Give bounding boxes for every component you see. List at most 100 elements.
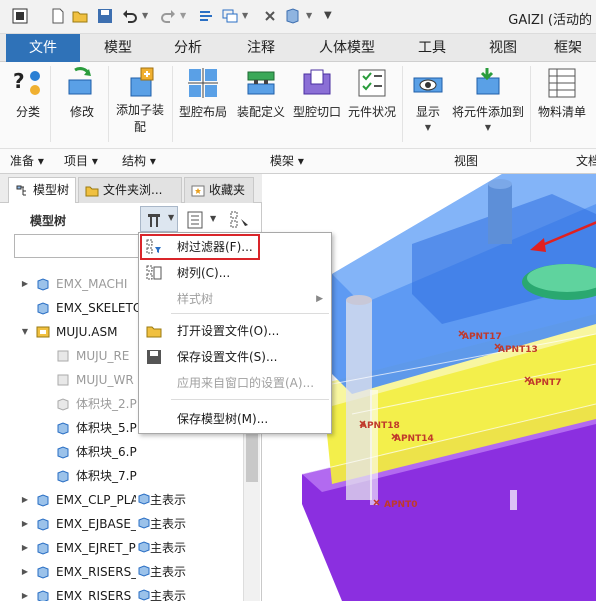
open-folder-icon[interactable] — [72, 8, 88, 24]
bom-button[interactable]: 物料清单 — [534, 66, 590, 121]
regenerate-icon[interactable] — [198, 8, 214, 24]
show-dropdown-icon: ▼ — [210, 214, 217, 223]
expand-icon[interactable]: ▶ — [20, 276, 30, 292]
tree-item-status-label: 主表示 — [150, 541, 187, 555]
assembly-icon — [37, 518, 49, 531]
show-button[interactable]: ▼ — [184, 206, 224, 232]
group-moldbase-label: 模架 — [270, 154, 295, 168]
tree-item[interactable]: ▶ EMX_EJBASE_ 主表示 — [0, 512, 243, 536]
tab-model-tree[interactable]: 模型树 — [8, 177, 76, 203]
group-divider — [172, 66, 173, 142]
expand-icon[interactable]: ▶ — [20, 560, 30, 584]
tree-item-status: 主表示 — [138, 584, 186, 601]
tree-item-label: 体积块_7.P — [76, 469, 137, 483]
group-structure[interactable]: 结构 ▾ — [122, 149, 156, 175]
group-prepare[interactable]: 准备 ▾ — [10, 149, 44, 175]
tree-item-status-label: 主表示 — [150, 517, 187, 531]
layer-dropdown-icon[interactable]: ▼ — [306, 11, 312, 20]
menu-item-save-settings[interactable]: 保存设置文件(S)... — [139, 345, 331, 369]
menu-item-open-settings[interactable]: 打开设置文件(O)... — [139, 319, 331, 343]
modify-icon — [65, 66, 99, 100]
menu-item-apply-settings[interactable]: 应用来自窗口的设置(A)... — [139, 371, 331, 395]
cavity-cut-label: 型腔切口 — [292, 105, 341, 119]
undo-icon[interactable] — [122, 8, 138, 24]
tree-columns-icon — [146, 265, 162, 280]
bom-label: 物料清单 — [537, 105, 586, 119]
add-subassembly-label: 添加子装 — [115, 103, 164, 117]
tree-item-status: 主表示 — [138, 536, 186, 560]
menu-item-label: 应用来自窗口的设置(A)... — [177, 376, 315, 390]
menu-item-style-tree[interactable]: 样式树 ▶ — [139, 287, 331, 311]
tab-view[interactable]: 视图 — [472, 34, 534, 62]
expand-icon[interactable]: ▶ — [20, 512, 30, 536]
cavity-layout-button[interactable]: 型腔布局 — [176, 66, 230, 121]
menu-item-tree-columns[interactable]: 树列(C)... — [139, 261, 331, 285]
save-icon[interactable] — [97, 8, 113, 24]
representation-icon — [138, 493, 150, 505]
customize-toolbar-icon[interactable]: ▼ — [324, 10, 332, 21]
new-file-icon[interactable] — [50, 8, 66, 24]
redo-icon[interactable] — [160, 8, 176, 24]
tab-model-tree-label: 模型树 — [33, 183, 70, 197]
tab-file[interactable]: 文件 — [6, 34, 80, 62]
app-menu-icon[interactable] — [12, 8, 28, 24]
modify-button[interactable]: 修改 — [62, 66, 102, 121]
tab-tools[interactable]: 工具 — [398, 34, 466, 62]
collapse-icon[interactable]: ▼ — [20, 320, 30, 344]
tab-model[interactable]: 模型 — [86, 34, 150, 62]
tab-analysis[interactable]: 分析 — [156, 34, 220, 62]
undo-dropdown-icon[interactable]: ▼ — [142, 11, 148, 20]
menu-item-save-model-tree[interactable]: 保存模型树(M)... — [139, 407, 331, 431]
guide-pin — [346, 300, 372, 500]
assembly-define-label: 装配定义 — [236, 105, 285, 119]
close-window-icon[interactable] — [262, 8, 278, 24]
panel-title: 模型树 — [30, 214, 67, 228]
classify-button[interactable]: ? 分类 — [8, 66, 48, 121]
cavity-cut-button[interactable]: 型腔切口 — [290, 66, 344, 121]
tab-favorites[interactable]: 收藏夹 — [184, 177, 254, 203]
tab-folder-browser[interactable]: 文件夹浏... — [78, 177, 182, 203]
tab-frame[interactable]: 框架 — [540, 34, 596, 62]
tab-human-model[interactable]: 人体模型 — [302, 34, 392, 62]
add-component-dropdown-icon[interactable]: ▼ — [450, 123, 526, 132]
tree-item[interactable]: ▶ EMX_EJRET_P 主表示 — [0, 536, 243, 560]
expand-icon[interactable]: ▶ — [20, 584, 30, 601]
add-subassembly-button[interactable]: 添加子装 配 — [112, 66, 168, 136]
model-tree-icon — [16, 185, 26, 195]
settings-dropdown-icon: ▼ — [168, 213, 175, 222]
windows-icon[interactable] — [222, 8, 238, 24]
tab-annotate[interactable]: 注释 — [226, 34, 296, 62]
tree-item-label: 体积块_5.P — [76, 421, 137, 435]
expand-icon[interactable]: ▶ — [20, 488, 30, 512]
datum-point-apnt14: APNT14 — [394, 434, 434, 444]
component-status-button[interactable]: 元件状况 — [346, 66, 398, 121]
display-icon — [411, 66, 445, 100]
menu-item-label: 树列(C)... — [177, 266, 231, 280]
tree-item[interactable]: ▶ EMX_RISERS_ 主表示 — [0, 584, 243, 601]
datum-point-apnt17: APNT17 — [462, 332, 502, 342]
favorites-icon — [191, 185, 205, 196]
assembly-define-button[interactable]: 装配定义 — [234, 66, 288, 121]
tree-item-status: 主表示 — [138, 488, 186, 512]
redo-dropdown-icon[interactable]: ▼ — [180, 11, 186, 20]
windows-dropdown-icon[interactable]: ▼ — [242, 11, 248, 20]
datum-point-apnt7: APNT7 — [528, 378, 562, 388]
add-component-button[interactable]: 将元件添加到 ▼ — [450, 66, 526, 132]
settings-icon — [148, 214, 160, 227]
cavity-cut-icon — [300, 66, 334, 100]
settings-button[interactable]: ▼ — [140, 206, 178, 232]
expand-icon[interactable]: ▶ — [20, 536, 30, 560]
display-dropdown-icon[interactable]: ▼ — [408, 123, 448, 132]
group-moldbase[interactable]: 模架 ▾ — [270, 149, 304, 175]
group-project-label: 项目 — [64, 154, 89, 168]
folder-icon — [85, 186, 99, 196]
ribbon-groups: 准备 ▾ 项目 ▾ 结构 ▾ 模架 ▾ 视图 文档 — [0, 148, 596, 174]
tree-item[interactable]: ▶ EMX_RISERS_ 主表示 — [0, 560, 243, 584]
display-button[interactable]: 显示 ▼ — [408, 66, 448, 132]
layer-icon[interactable] — [284, 8, 300, 24]
display-label: 显示 — [415, 105, 440, 119]
tab-folder-browser-label: 文件夹浏... — [103, 183, 163, 197]
group-project[interactable]: 项目 ▾ — [64, 149, 98, 175]
filter-button[interactable] — [228, 206, 252, 232]
tree-item[interactable]: ▶ EMX_CLP_PLA 主表示 — [0, 488, 243, 512]
